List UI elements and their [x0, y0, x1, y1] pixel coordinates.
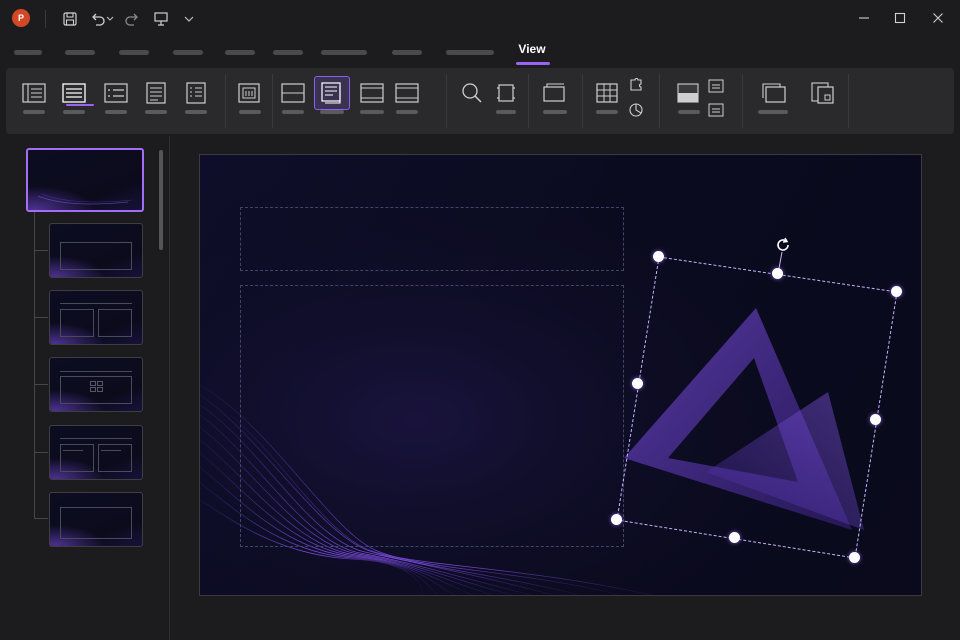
resize-handle-bottom-left[interactable] [611, 514, 622, 525]
notes-master-icon [321, 82, 341, 104]
resize-handle-left[interactable] [632, 378, 643, 389]
maximize-icon[interactable] [886, 6, 914, 30]
grayscale-icon [360, 83, 384, 103]
selected-view-indicator [66, 104, 94, 106]
outline-view-icon [62, 83, 86, 103]
title-bar: P [0, 0, 960, 38]
color-icon [677, 83, 699, 103]
pie-icon [629, 103, 643, 117]
zoom-icon [462, 83, 482, 103]
tab-placeholder[interactable] [446, 50, 494, 55]
tab-placeholder[interactable] [273, 50, 303, 55]
fit-to-window-button[interactable] [488, 76, 524, 110]
black-white-small-button[interactable] [704, 98, 728, 122]
new-window-button[interactable] [536, 76, 572, 110]
new-window-icon [543, 83, 565, 102]
normal-view-button[interactable] [16, 76, 52, 110]
slide-thumbnail[interactable] [49, 290, 143, 345]
slide-master-button[interactable] [231, 76, 267, 110]
resize-handle-bottom[interactable] [729, 532, 740, 543]
grayscale-view-button[interactable] [354, 76, 390, 110]
slide-master-layout[interactable] [199, 154, 922, 596]
tab-view[interactable]: View [514, 42, 550, 62]
notes-page-button[interactable] [138, 76, 174, 110]
ribbon-tabs [0, 38, 960, 66]
cascade-button[interactable] [622, 72, 650, 96]
undo-dropdown-icon[interactable] [104, 8, 116, 30]
reading-view-button[interactable] [178, 76, 214, 110]
slide-thumbnail[interactable] [49, 425, 143, 480]
title-placeholder[interactable] [240, 207, 624, 271]
tab-placeholder[interactable] [225, 50, 255, 55]
close-icon[interactable] [924, 6, 952, 30]
app-logo-icon: P [12, 9, 30, 27]
slide-thumbnail[interactable] [49, 357, 143, 412]
layout-tree-line [34, 212, 35, 518]
resize-handle-right[interactable] [870, 414, 881, 425]
content-placeholder-icon [90, 381, 103, 392]
grid-icon [596, 83, 618, 103]
tab-placeholder[interactable] [392, 50, 422, 55]
resize-handle-top-left[interactable] [653, 251, 664, 262]
color-button[interactable] [670, 76, 706, 110]
resize-handle-bottom-right[interactable] [849, 552, 860, 563]
handout-master-icon [281, 83, 305, 103]
present-icon[interactable] [150, 8, 172, 30]
tab-placeholder[interactable] [119, 50, 149, 55]
customize-icon[interactable] [178, 8, 200, 30]
tab-placeholder[interactable] [321, 50, 367, 55]
tab-placeholder[interactable] [65, 50, 95, 55]
tab-placeholder[interactable] [173, 50, 203, 55]
copy-pages-icon [811, 82, 834, 104]
minimize-icon[interactable] [850, 6, 878, 30]
thumbnail-scrollbar[interactable] [159, 150, 163, 250]
slide-thumbnail[interactable] [26, 148, 144, 212]
fit-window-icon [497, 84, 515, 102]
redo-icon[interactable] [121, 8, 143, 30]
handout-master-button[interactable] [275, 76, 311, 110]
slide-thumbnail[interactable] [49, 492, 143, 547]
black-white-icon [395, 83, 419, 103]
black-white-small-icon [708, 103, 724, 117]
slide-master-icon [238, 83, 260, 103]
content-placeholder[interactable] [240, 285, 624, 547]
notes-page-icon [146, 82, 166, 104]
move-split-button[interactable] [622, 98, 650, 122]
puzzle-icon [630, 78, 642, 91]
slide-sorter-button[interactable] [98, 76, 134, 110]
reading-view-icon [186, 82, 206, 104]
normal-view-icon [22, 83, 46, 103]
switch-windows-button[interactable] [756, 76, 792, 110]
ribbon-view [6, 68, 954, 134]
tab-placeholder[interactable] [14, 50, 42, 55]
black-white-view-button[interactable] [389, 76, 425, 110]
grayscale-small-button[interactable] [704, 74, 728, 98]
title-separator [45, 10, 46, 28]
rotate-handle-icon[interactable] [774, 236, 792, 254]
resize-handle-top-right[interactable] [891, 286, 902, 297]
powerpoint-window: P View [0, 0, 960, 640]
save-icon[interactable] [59, 8, 81, 30]
slide-thumbnail[interactable] [49, 223, 143, 278]
notes-master-button[interactable] [314, 76, 350, 110]
macros-button[interactable] [804, 76, 840, 110]
windows-icon [762, 83, 786, 103]
grayscale-small-icon [708, 79, 724, 93]
slide-sorter-icon [104, 83, 128, 103]
arrange-all-button[interactable] [589, 76, 625, 110]
zoom-button[interactable] [454, 76, 490, 110]
resize-handle-top[interactable] [772, 268, 783, 279]
active-tab-indicator [516, 62, 550, 65]
